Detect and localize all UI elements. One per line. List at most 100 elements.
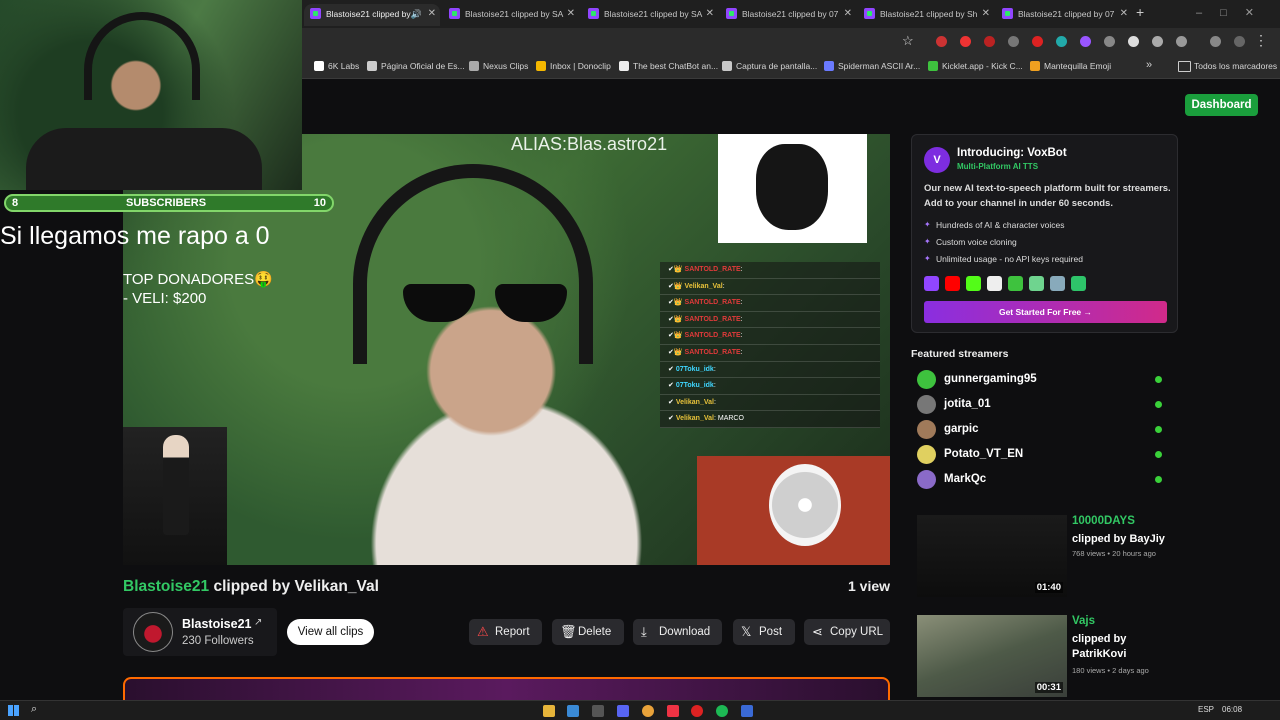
chat-username: SANTOLD_RATE bbox=[684, 332, 741, 340]
close-tab-icon[interactable]: ✕ bbox=[706, 4, 714, 24]
subscriber-goal-bar: 8 SUBSCRIBERS 10 bbox=[4, 194, 334, 212]
clip-duration: 01:40 bbox=[1034, 582, 1063, 593]
ad-subtitle: Multi-Platform AI TTS bbox=[957, 162, 1039, 171]
extensions-puzzle-icon[interactable] bbox=[1176, 36, 1187, 47]
avatar bbox=[917, 370, 936, 389]
media-icon[interactable] bbox=[1210, 36, 1221, 47]
close-tab-icon[interactable]: ✕ bbox=[567, 4, 575, 24]
extension-icon[interactable] bbox=[936, 36, 947, 47]
bookmark-item[interactable]: Inbox | Donoclip bbox=[536, 61, 611, 71]
channel-name[interactable]: Blastoise21 bbox=[182, 617, 251, 631]
tab-clip-1[interactable]: Blastoise21 clipped by 🔊 ✕ bbox=[304, 4, 440, 26]
app-icon[interactable] bbox=[741, 705, 753, 717]
featured-streamer[interactable]: jotita_01 bbox=[917, 395, 1167, 415]
bookmark-star-icon[interactable]: ☆ bbox=[902, 33, 914, 49]
adblock-icon[interactable] bbox=[984, 36, 995, 47]
clip-title[interactable]: Vajs bbox=[1072, 615, 1095, 627]
view-all-clips-button[interactable]: View all clips bbox=[287, 619, 374, 645]
trash-icon: 🗑 bbox=[560, 624, 577, 639]
all-bookmarks-folder[interactable]: Todos los marcadores bbox=[1178, 61, 1277, 72]
cat-overlay-image bbox=[718, 134, 867, 243]
extension-icon[interactable] bbox=[1128, 36, 1139, 47]
clock[interactable]: 06:08 bbox=[1222, 705, 1242, 714]
dashboard-button[interactable]: Dashboard bbox=[1185, 94, 1258, 116]
close-tab-icon[interactable]: ✕ bbox=[428, 4, 436, 24]
bookmark-item[interactable]: Kicklet.app - Kick C... bbox=[928, 61, 1023, 71]
chat-username: Velikan_Val bbox=[675, 415, 714, 423]
related-clip[interactable]: 00:31 Vajs clipped by PatrikKovi 180 vie… bbox=[917, 615, 1177, 699]
tab-clip-2[interactable]: Blastoise21 clipped by SA ✕ bbox=[443, 4, 579, 26]
clip-thumbnail[interactable]: 00:31 bbox=[917, 615, 1067, 697]
avatar[interactable] bbox=[133, 612, 173, 652]
stream-alias-text: ALIAS:Blas.astro21 bbox=[511, 134, 668, 154]
channel-card[interactable]: Blastoise21 ↗ 230 Followers bbox=[123, 608, 277, 656]
discord-icon[interactable] bbox=[617, 705, 629, 717]
extension-icon[interactable] bbox=[1056, 36, 1067, 47]
chat-line: ✔ Velikan_Val: MARCO bbox=[660, 411, 880, 428]
language-indicator[interactable]: ESP bbox=[1198, 705, 1214, 714]
bookmark-icon bbox=[1030, 61, 1040, 71]
bookmark-item[interactable]: Nexus Clips bbox=[469, 61, 528, 71]
bookmark-item[interactable]: Spiderman ASCII Ar... bbox=[824, 61, 920, 71]
voxbot-ad[interactable]: V Introducing: VoxBot Multi-Platform AI … bbox=[911, 134, 1178, 333]
featured-streamer[interactable]: garpic bbox=[917, 420, 1167, 440]
bookmarks-overflow-icon[interactable]: » bbox=[1146, 59, 1152, 71]
extension-icon[interactable] bbox=[1104, 36, 1115, 47]
tab-clip-3[interactable]: Blastoise21 clipped by SA ✕ bbox=[582, 4, 718, 26]
close-tab-icon[interactable]: ✕ bbox=[844, 4, 852, 24]
chrome-icon[interactable] bbox=[642, 705, 654, 717]
extension-icon[interactable] bbox=[1152, 36, 1163, 47]
featured-streamer[interactable]: gunnergaming95 bbox=[917, 370, 1167, 390]
download-button[interactable]: ⤓ Download bbox=[633, 619, 722, 645]
get-started-button[interactable]: Get Started For Free → bbox=[924, 301, 1167, 323]
window-controls[interactable]: –□✕ bbox=[1196, 6, 1272, 19]
tab-clip-6[interactable]: Blastoise21 clipped by 07 ✕ bbox=[996, 4, 1132, 26]
bookmark-item[interactable]: The best ChatBot an... bbox=[619, 61, 718, 71]
featured-streamer[interactable]: Potato_VT_EN bbox=[917, 445, 1167, 465]
platform-icon bbox=[1029, 276, 1044, 291]
clip-title[interactable]: 10000DAYS bbox=[1072, 515, 1135, 527]
file-explorer-icon[interactable] bbox=[543, 705, 555, 717]
extension-icon[interactable] bbox=[1080, 36, 1091, 47]
featured-streamer[interactable]: MarkQc bbox=[917, 470, 1167, 490]
app-icon[interactable] bbox=[691, 705, 703, 717]
ad-feature: Custom voice cloning bbox=[924, 237, 1017, 247]
report-button[interactable]: ⚠ Report bbox=[469, 619, 542, 645]
chat-line: ✔👑 SANTOLD_RATE: bbox=[660, 344, 880, 362]
spotify-icon[interactable] bbox=[716, 705, 728, 717]
profile-avatar-icon[interactable] bbox=[1234, 36, 1245, 47]
extension-icon[interactable] bbox=[960, 36, 971, 47]
tab-clip-5[interactable]: Blastoise21 clipped by Sh ✕ bbox=[858, 4, 994, 26]
clip-meta: 768 views • 20 hours ago bbox=[1072, 549, 1156, 558]
app-icon[interactable] bbox=[567, 705, 579, 717]
clip-thumbnail[interactable]: 01:40 bbox=[917, 515, 1067, 597]
bookmark-item[interactable]: Captura de pantalla... bbox=[722, 61, 817, 71]
extension-icon[interactable] bbox=[1008, 36, 1019, 47]
browser-menu-icon[interactable]: ⋮ bbox=[1254, 32, 1268, 49]
post-to-x-button[interactable]: 𝕏 Post bbox=[733, 619, 795, 645]
app-icon[interactable] bbox=[592, 705, 604, 717]
close-tab-icon[interactable]: ✕ bbox=[1120, 4, 1128, 24]
speaker-icon[interactable]: 🔊 bbox=[411, 4, 422, 24]
external-link-icon[interactable]: ↗ bbox=[254, 617, 262, 628]
chat-username: 07Toku_idk bbox=[675, 365, 714, 373]
follower-count: 230 Followers bbox=[182, 635, 254, 647]
brave-icon[interactable] bbox=[667, 705, 679, 717]
bookmark-item[interactable]: 6K Labs bbox=[314, 61, 359, 71]
bookmark-item[interactable]: Mantequilla Emoji bbox=[1030, 61, 1111, 71]
new-tab-button[interactable]: + bbox=[1136, 4, 1144, 20]
close-tab-icon[interactable]: ✕ bbox=[982, 4, 990, 24]
bookmark-icon bbox=[367, 61, 377, 71]
copy-url-button[interactable]: ⋖ Copy URL bbox=[804, 619, 890, 645]
related-clip[interactable]: 01:40 10000DAYS clipped by BayJiy 768 vi… bbox=[917, 515, 1177, 599]
search-icon[interactable]: ⌕ bbox=[31, 703, 37, 716]
delete-button[interactable]: 🗑 Delete bbox=[552, 619, 624, 645]
tab-clip-4[interactable]: Blastoise21 clipped by 07 ✕ bbox=[720, 4, 856, 26]
bookmark-icon bbox=[536, 61, 546, 71]
chat-username: SANTOLD_RATE bbox=[684, 348, 741, 356]
clip-channel-link[interactable]: Blastoise21 bbox=[123, 578, 209, 595]
windows-start-icon[interactable] bbox=[8, 705, 19, 716]
extension-icon[interactable] bbox=[1032, 36, 1043, 47]
bookmark-item[interactable]: Página Oficial de Es... bbox=[367, 61, 465, 71]
warning-icon: ⚠ bbox=[477, 624, 489, 639]
